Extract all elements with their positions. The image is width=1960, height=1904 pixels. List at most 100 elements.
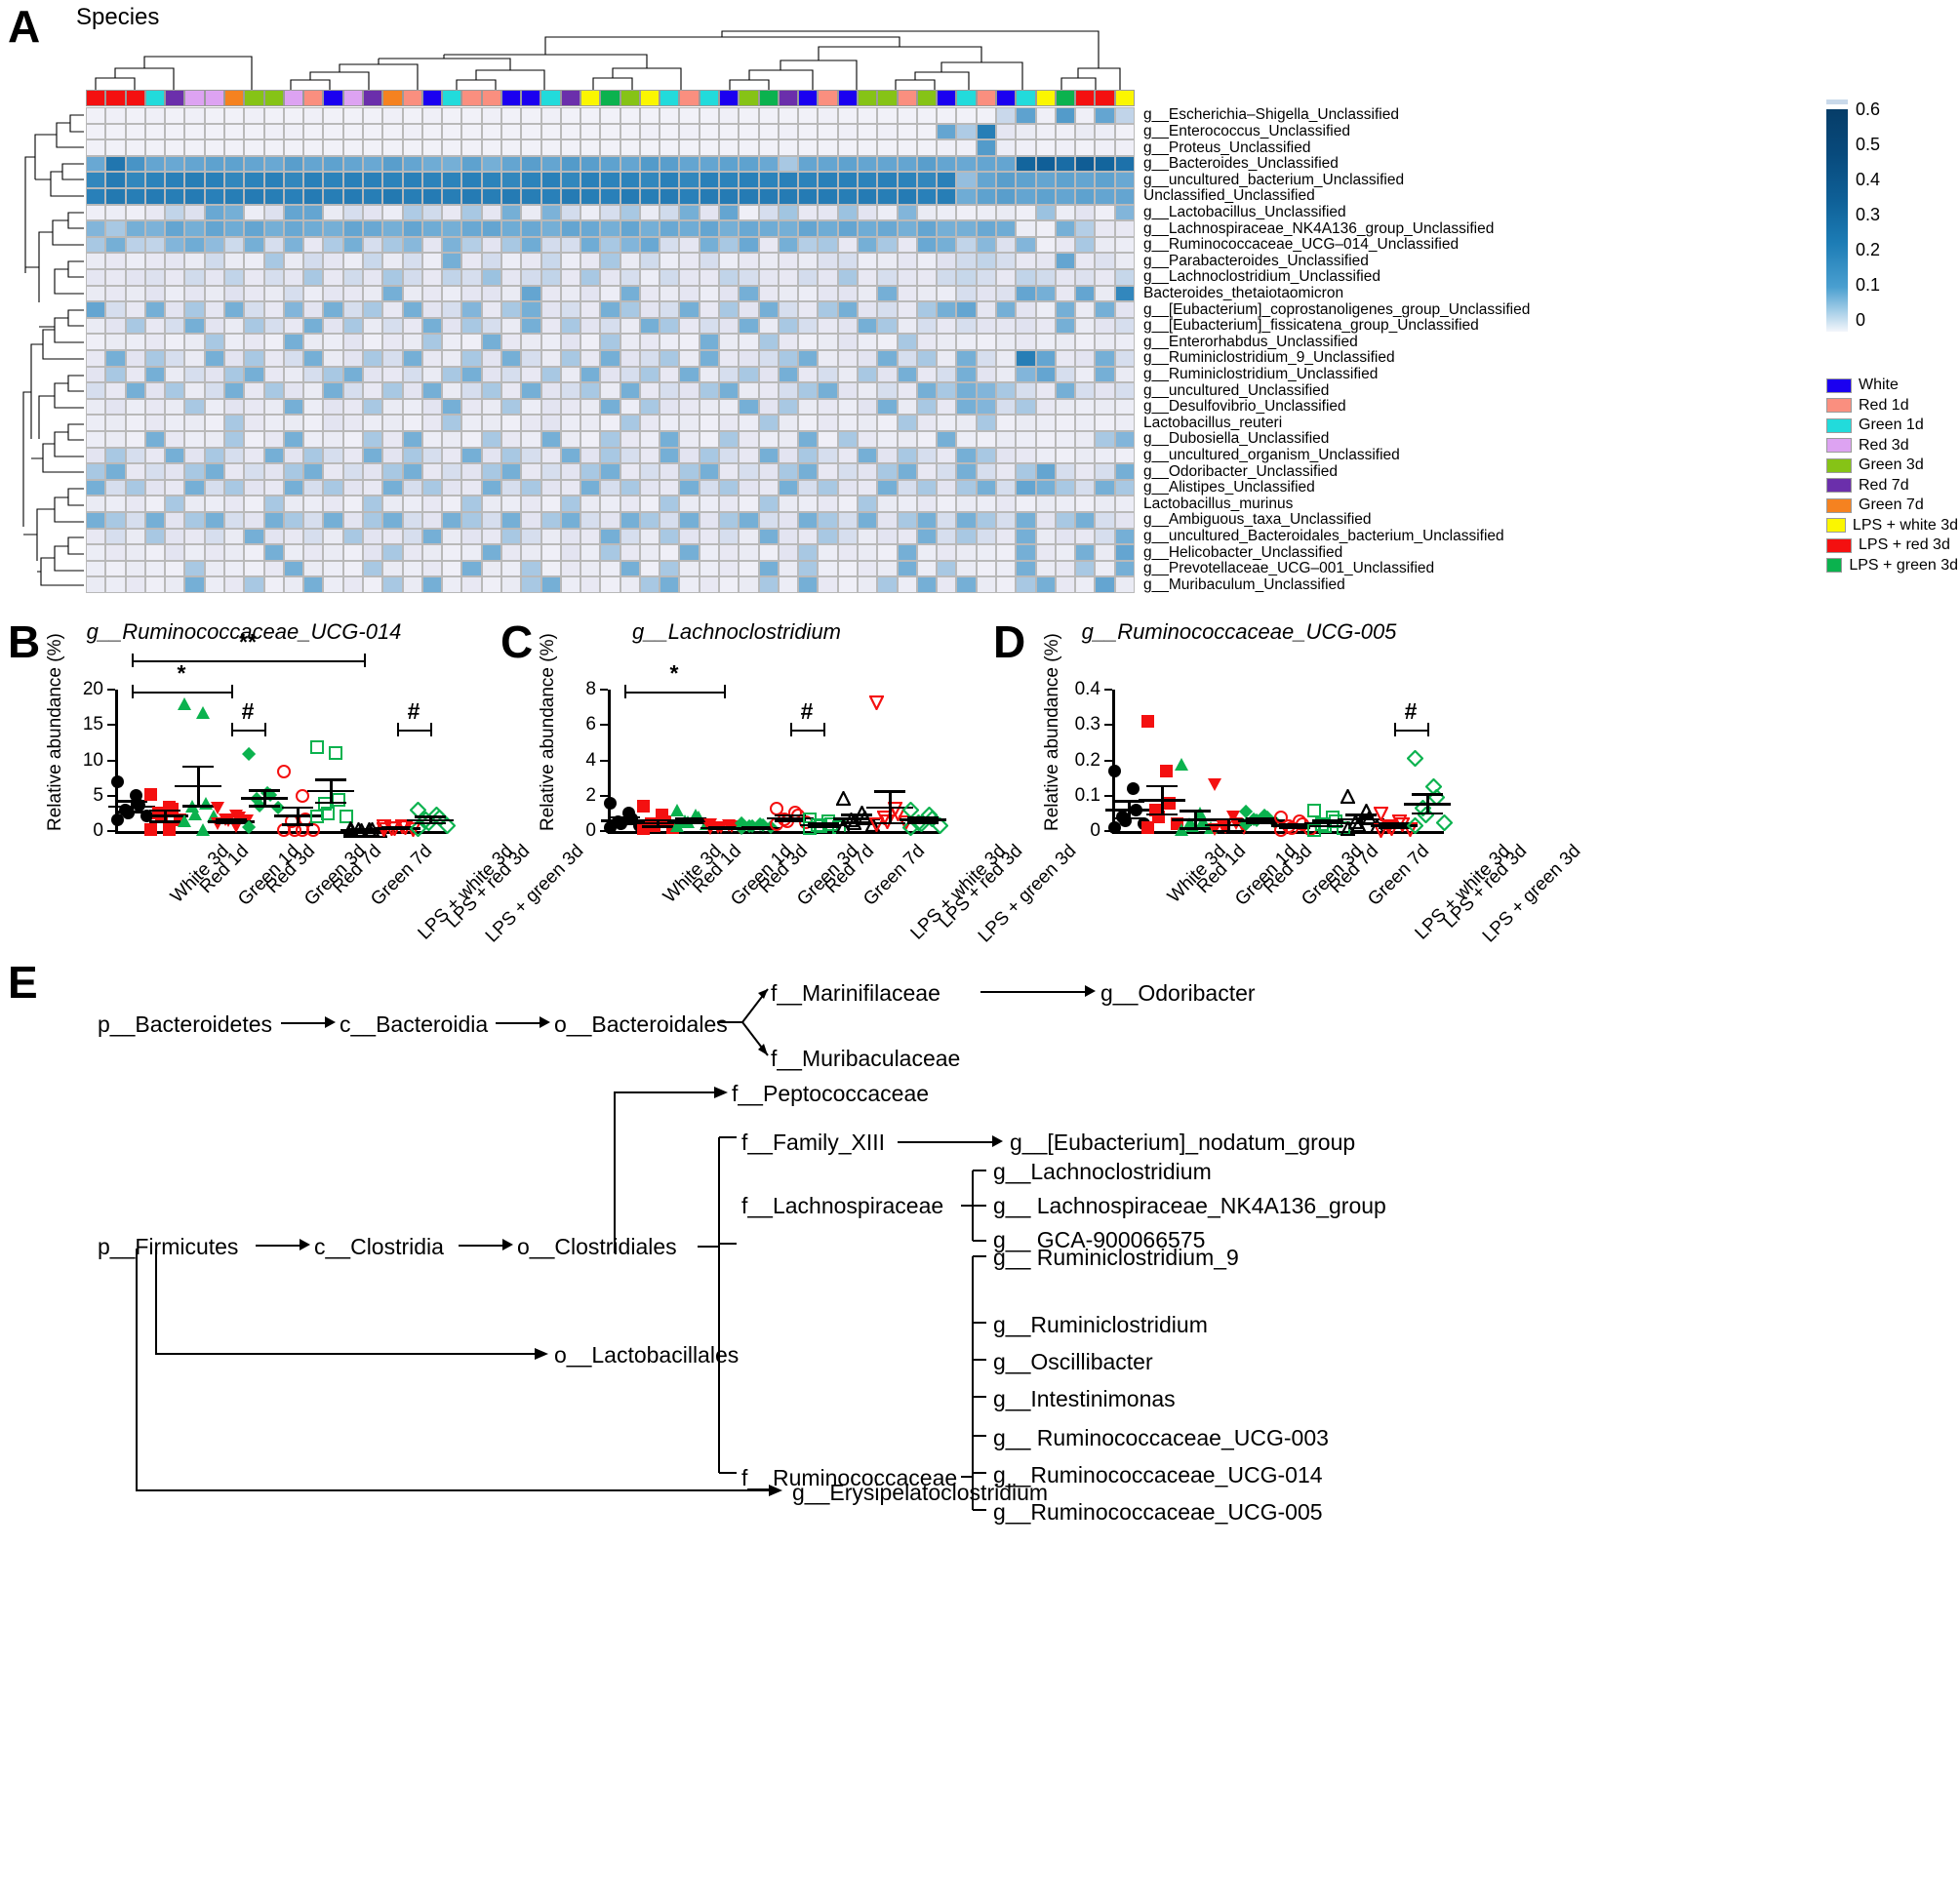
- heatmap-cell: [600, 366, 620, 383]
- heatmap-cell: [500, 269, 522, 286]
- heatmap-cell: [244, 236, 264, 254]
- heatmap-cell: [283, 139, 304, 156]
- heatmap-cell: [916, 172, 938, 188]
- heatmap-cell: [1055, 220, 1076, 237]
- heatmap-cell: [976, 431, 997, 448]
- heatmap-cell: [758, 431, 779, 448]
- legend-label: LPS + red 3d: [1859, 536, 1950, 554]
- y-tick-mark: [1104, 689, 1112, 691]
- heatmap-cell: [699, 334, 720, 350]
- heatmap-row-label: Unclassified_Unclassified: [1143, 187, 1315, 205]
- y-tick-mark: [1104, 794, 1112, 797]
- heatmap-cell: [996, 285, 1017, 302]
- heatmap-cell: [442, 479, 462, 496]
- heatmap-cell: [442, 415, 462, 431]
- heatmap-cell: [719, 415, 740, 431]
- heatmap-cell: [105, 155, 126, 173]
- heatmap-cell: [858, 560, 878, 577]
- heatmap-cell: [1035, 236, 1056, 254]
- heatmap-cell: [263, 334, 284, 350]
- heatmap-cell: [818, 236, 838, 254]
- heatmap-cell: [402, 576, 422, 593]
- data-point-marker: [603, 796, 617, 810]
- heatmap-cell: [125, 253, 145, 269]
- heatmap-cell: [461, 301, 482, 318]
- heatmap-cell: [1016, 155, 1036, 173]
- heatmap-cell: [778, 463, 799, 480]
- heatmap-cell: [442, 139, 462, 156]
- heatmap-cell: [560, 236, 581, 254]
- heatmap-cell: [660, 560, 680, 577]
- heatmap-cell: [303, 172, 324, 188]
- heatmap-cell: [342, 528, 363, 545]
- species-title: Species: [76, 4, 160, 30]
- heatmap-cell: [500, 447, 522, 464]
- heatmap-cell: [521, 576, 541, 593]
- heatmap-cell: [719, 301, 740, 318]
- heatmap-cell: [382, 236, 403, 254]
- heatmap-cell: [877, 366, 898, 383]
- heatmap-cell: [996, 512, 1017, 529]
- heatmap-cell: [758, 204, 779, 221]
- heatmap-cell: [402, 269, 422, 286]
- heatmap-cell: [244, 188, 264, 205]
- heatmap-cell: [699, 544, 720, 561]
- heatmap-cell: [362, 139, 383, 156]
- heatmap-cell: [283, 366, 304, 383]
- heatmap-cell: [500, 123, 522, 140]
- tax-g-eubacterium-nodatum: g__[Eubacterium]_nodatum_group: [1010, 1130, 1356, 1155]
- heatmap-cell: [283, 512, 304, 529]
- data-point-marker: [1207, 778, 1221, 792]
- heatmap-cell: [144, 301, 166, 318]
- heatmap-row-label: g__uncultured_bacterium_Unclassified: [1143, 171, 1405, 188]
- heatmap-cell: [461, 576, 482, 593]
- heatmap-cell: [620, 366, 640, 383]
- heatmap-cell: [858, 512, 878, 529]
- heatmap-cell: [937, 139, 957, 156]
- heatmap-cell: [956, 123, 977, 140]
- heatmap-cell: [560, 204, 581, 221]
- heatmap-cell: [105, 528, 126, 545]
- heatmap-cell: [679, 382, 700, 399]
- column-group-swatch: [86, 90, 106, 106]
- data-point-marker: [328, 746, 342, 761]
- heatmap-cell: [105, 220, 126, 237]
- significance-cap: [823, 722, 825, 736]
- y-tick-label: 6: [585, 714, 596, 735]
- heatmap-cell: [263, 269, 284, 286]
- heatmap-cell: [1055, 123, 1076, 140]
- heatmap-cell: [1114, 107, 1135, 124]
- heatmap-cell: [125, 220, 145, 237]
- heatmap-cell: [699, 415, 720, 431]
- heatmap-cell: [778, 317, 799, 335]
- heatmap-cell: [739, 415, 759, 431]
- heatmap-cell: [798, 155, 819, 173]
- heatmap-cell: [976, 496, 997, 512]
- heatmap-cell: [858, 544, 878, 561]
- heatmap-cell: [798, 479, 819, 496]
- heatmap-cell: [105, 512, 126, 529]
- arrow-icon: [992, 1135, 1003, 1147]
- y-tick-label: 2: [585, 784, 596, 806]
- column-group-swatch: [719, 90, 740, 106]
- heatmap-cell: [897, 334, 917, 350]
- heatmap-cell: [837, 544, 859, 561]
- heatmap-cell: [244, 155, 264, 173]
- heatmap-cell: [421, 560, 443, 577]
- heatmap-cell: [976, 334, 997, 350]
- heatmap-cell: [699, 285, 720, 302]
- heatmap-cell: [204, 301, 224, 318]
- heatmap-cell: [323, 123, 343, 140]
- heatmap-cell: [580, 269, 601, 286]
- heatmap-cell: [679, 528, 700, 545]
- edge-line: [281, 1022, 328, 1024]
- heatmap-cell: [86, 576, 106, 593]
- error-bar-cap: [1279, 826, 1310, 829]
- colorbar-tick: 0.1: [1856, 275, 1881, 295]
- heatmap-cell: [184, 512, 205, 529]
- panel-a-heatmap: A Species g__Escherichia–Shigella_Unclas…: [0, 0, 1960, 605]
- heatmap-cell: [461, 107, 482, 124]
- heatmap-cell: [1055, 512, 1076, 529]
- heatmap-cell: [283, 172, 304, 188]
- heatmap-cell: [719, 528, 740, 545]
